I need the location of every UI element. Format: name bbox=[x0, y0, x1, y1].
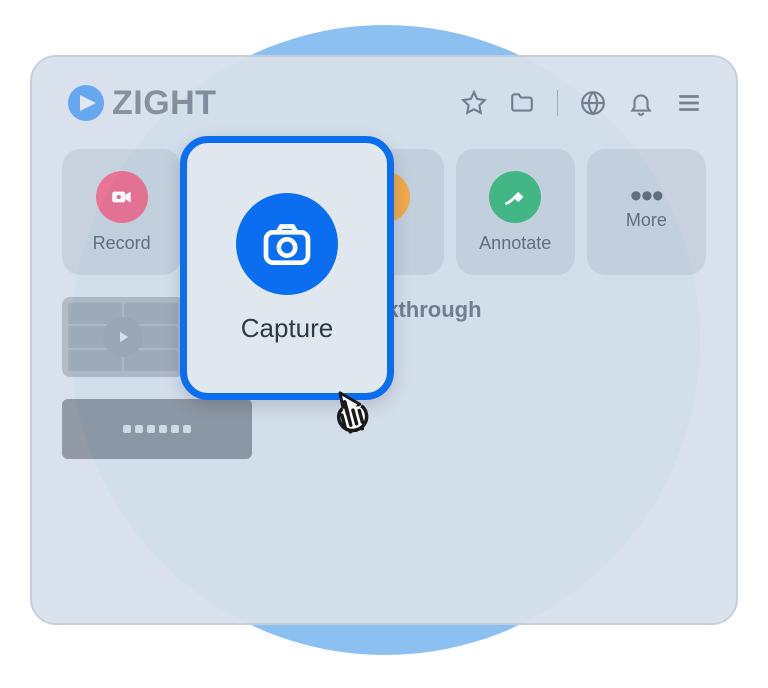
globe-icon[interactable] bbox=[580, 90, 606, 116]
video-thumbnail[interactable] bbox=[62, 297, 184, 377]
tile-record[interactable]: Record bbox=[62, 149, 181, 275]
menu-icon[interactable] bbox=[676, 90, 702, 116]
tile-more[interactable]: ••• More bbox=[587, 149, 706, 275]
capture-popup[interactable]: Capture bbox=[180, 136, 394, 400]
zight-logo-icon bbox=[66, 83, 106, 123]
capture-popup-label: Capture bbox=[241, 313, 334, 344]
video-camera-icon bbox=[96, 171, 148, 223]
tile-annotate-label: Annotate bbox=[479, 233, 551, 254]
tile-annotate[interactable]: Annotate bbox=[456, 149, 575, 275]
bell-icon[interactable] bbox=[628, 90, 654, 116]
brand-logo[interactable]: ZIGHT bbox=[66, 83, 216, 123]
play-icon bbox=[103, 317, 143, 357]
tile-record-label: Record bbox=[93, 233, 151, 254]
tile-more-label: More bbox=[626, 210, 667, 231]
secondary-thumbnail[interactable] bbox=[62, 399, 252, 459]
header-divider bbox=[557, 90, 558, 116]
brand-name: ZIGHT bbox=[112, 84, 216, 123]
camera-icon bbox=[236, 193, 338, 295]
more-dots-icon: ••• bbox=[630, 193, 663, 200]
header: ZIGHT bbox=[32, 57, 736, 137]
header-toolbar bbox=[461, 90, 702, 116]
folder-icon[interactable] bbox=[509, 90, 535, 116]
pointer-cursor-icon bbox=[316, 376, 392, 452]
star-icon[interactable] bbox=[461, 90, 487, 116]
pencil-icon bbox=[489, 171, 541, 223]
